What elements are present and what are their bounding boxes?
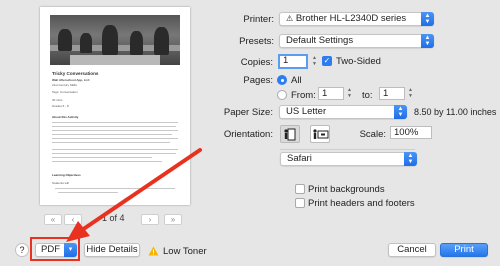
annotation-arrow <box>66 148 202 242</box>
